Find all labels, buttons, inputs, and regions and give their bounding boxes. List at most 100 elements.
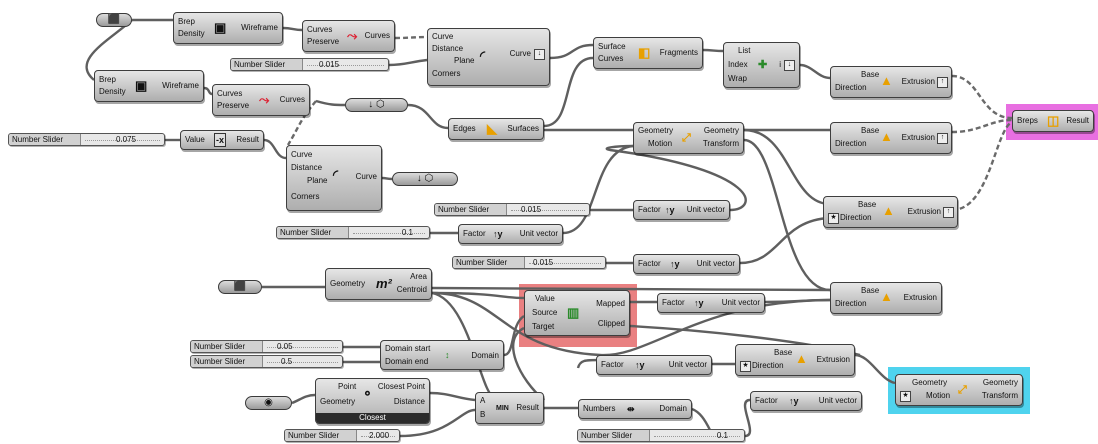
number-slider[interactable]: Number Slider 0.1 [276, 226, 430, 239]
extrusion-node-5[interactable]: Base Direction ★ ▲ Extrusion [735, 344, 855, 376]
extrusion-node-3[interactable]: Base Direction ★ ▲ Extrusion ↑ [823, 196, 958, 228]
output-extrusion: Extrusion [901, 77, 935, 86]
output-curves: Curves [364, 31, 390, 40]
extrusion-node-4[interactable]: Base Direction ▲ Extrusion [830, 282, 942, 314]
input-motion: Motion [926, 391, 951, 400]
curves-node-1[interactable]: Curves Preserve ⤳ Curves [302, 20, 395, 52]
input-brep: Brep [178, 17, 195, 26]
move-node-2[interactable]: Geometry Motion ★ ⤢ Geometry Transform [895, 374, 1023, 406]
output-result: Result [1066, 116, 1089, 125]
negative-node[interactable]: Value -x Result [180, 130, 264, 150]
input-numbers: Numbers [583, 404, 616, 413]
output-extrusion: Extrusion [816, 355, 850, 364]
output-wireframe: Wireframe [162, 81, 199, 90]
number-slider[interactable]: Number Slider 0.015 [452, 256, 606, 269]
brep-icon: ⬛ [107, 14, 121, 25]
wire [381, 176, 393, 181]
edge-surfaces-node[interactable]: Edges ◣ Surfaces [448, 118, 544, 140]
wire [263, 138, 287, 160]
unit-vector-node-1[interactable]: Factor ↑y Unit vector [633, 200, 730, 220]
wire [562, 144, 634, 235]
wire [764, 298, 831, 304]
box-icon: ▣ [214, 20, 227, 35]
minimum-node[interactable]: A B MIN Result [475, 392, 544, 424]
geometry-param[interactable]: ⬛ [218, 280, 262, 294]
move-icon: ⤢ [682, 132, 691, 144]
number-slider[interactable]: Number Slider 2.000 [284, 429, 400, 442]
extrusion-node-1[interactable]: Base Direction ▲ Extrusion ↑ [830, 66, 952, 98]
move-icon: ⤢ [958, 384, 967, 396]
extrusion-icon: ▲ [882, 203, 895, 218]
relay-pill-1[interactable]: ↓ ⬡ [345, 98, 408, 112]
output-area: Area [410, 272, 427, 281]
number-slider[interactable]: Number Slider 0.05 [190, 340, 343, 353]
number-slider[interactable]: Number Slider 0.1 [577, 429, 745, 442]
output-result: Result [236, 135, 259, 144]
remap-numbers-node[interactable]: Value Source Target ▥ Mapped Clipped [524, 290, 630, 336]
slider-label: Number Slider [578, 430, 650, 441]
slider-label: Number Slider [277, 227, 349, 238]
input-a: A [480, 396, 486, 405]
star-icon: ★ [828, 213, 839, 224]
point-param[interactable]: ◉ [245, 396, 292, 410]
extrusion-node-2[interactable]: Base Direction ▲ Extrusion ↑ [830, 122, 952, 154]
wire [743, 138, 831, 292]
wire [543, 56, 594, 128]
area-node[interactable]: Geometry m² Area Centroid [325, 268, 432, 300]
unit-y-icon: ↑y [493, 229, 503, 239]
unit-vector-node-2[interactable]: Factor ↑y Unit vector [458, 224, 563, 244]
slider-track [353, 233, 425, 234]
output-result: Result [516, 403, 539, 412]
number-slider[interactable]: Number Slider 0.015 [230, 58, 389, 71]
unit-vector-node-3[interactable]: Factor ↑y Unit vector [633, 254, 740, 274]
slider-value: 2.000 [369, 431, 390, 440]
offset-curve-icon: ◜ [333, 167, 339, 182]
list-item-icon: ✚ [758, 59, 768, 71]
output-wireframe: Wireframe [241, 23, 278, 32]
area-icon: m² [376, 276, 392, 291]
remap-icon: ▥ [567, 305, 580, 320]
domain-icon: ↕ [445, 350, 450, 360]
slider-label: Number Slider [9, 134, 81, 145]
curves-node-2[interactable]: Curves Preserve ⤳ Curves [212, 84, 310, 116]
minimum-icon: MIN [496, 405, 509, 412]
number-slider[interactable]: Number Slider 0.5 [190, 355, 343, 368]
construct-domain-node[interactable]: Domain start Domain end ↕ Domain [380, 340, 504, 370]
extrusion-icon: ▲ [880, 129, 893, 144]
output-transform: Transform [702, 139, 739, 148]
bounds-node[interactable]: Numbers ⇹ Domain [578, 399, 692, 419]
brep-param[interactable]: ⬛ [96, 13, 132, 27]
move-node-1[interactable]: Geometry Motion ⤢ Geometry Transform [633, 122, 744, 154]
closest-point-node[interactable]: Point Geometry ⚬ Closest Point Distance … [315, 378, 430, 424]
unit-vector-node-6[interactable]: Factor ↑y Unit vector [750, 391, 862, 411]
number-slider[interactable]: Number Slider 0.075 [8, 133, 165, 146]
merge-breps-node[interactable]: Breps ◫ Result [1012, 110, 1094, 132]
output-i: i [779, 60, 781, 69]
list-item-node[interactable]: List Index Wrap ✚ i ↓ [723, 42, 800, 88]
input-curve: Curve [432, 32, 454, 41]
number-slider[interactable]: Number Slider 0.015 [434, 203, 590, 216]
star-icon: ★ [900, 391, 911, 402]
brep-wireframe-node-1[interactable]: Brep Density ▣ Wireframe [173, 12, 283, 44]
output-domain: Domain [471, 351, 499, 360]
input-brep: Brep [99, 75, 116, 84]
input-source: Source [532, 308, 558, 317]
output-unit-vector: Unit vector [696, 259, 735, 268]
offset-curve-node-2[interactable]: Curve Distance Plane Corners ◜ Curve [286, 145, 382, 211]
flatten-icon: ↓ [534, 49, 545, 60]
fragments-node[interactable]: Surface Curves ◧ Fragments [593, 37, 703, 69]
output-extrusion: Extrusion [907, 207, 941, 216]
closest-footer: Closest [316, 413, 429, 423]
output-domain: Domain [659, 404, 687, 413]
unit-vector-node-5[interactable]: Factor ↑y Unit vector [596, 355, 712, 375]
input-factor: Factor [755, 396, 778, 405]
relay-pill-2[interactable]: ↓ ⬡ [392, 172, 458, 186]
geometry-icon: ⬛ [233, 281, 247, 292]
slider-label: Number Slider [453, 257, 525, 268]
offset-curve-node-1[interactable]: Curve Distance Plane Corners ◜ Curve ↓ [427, 28, 550, 86]
unit-vector-node-4[interactable]: Factor ↑y Unit vector [657, 293, 765, 313]
brep-wireframe-node-2[interactable]: Brep Density ▣ Wireframe [94, 70, 204, 102]
slider-label: Number Slider [191, 356, 263, 367]
input-factor: Factor [601, 360, 624, 369]
bounds-icon: ⇹ [627, 404, 635, 414]
